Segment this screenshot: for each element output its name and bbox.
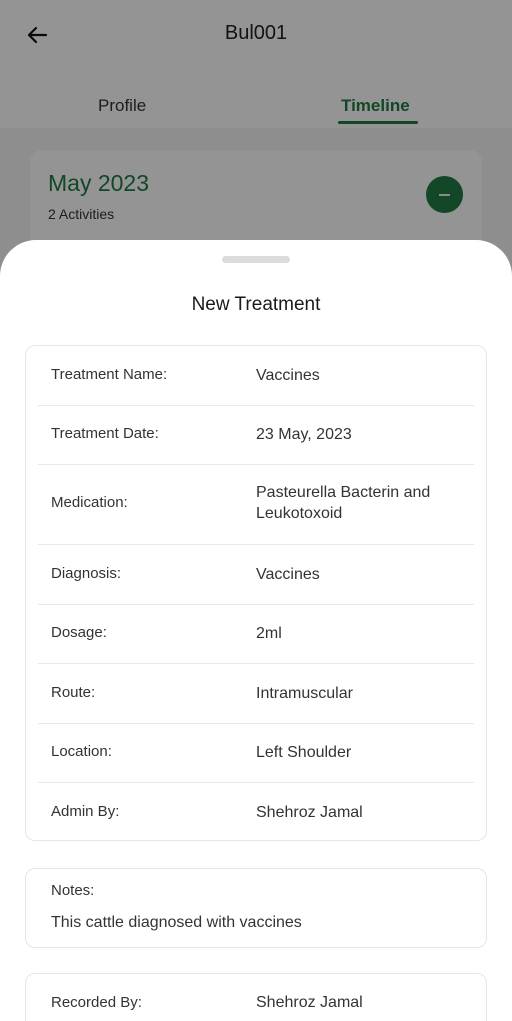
detail-value: Pasteurella Bacterin and Leukotoxoid — [256, 484, 431, 522]
detail-row-treatment-date: Treatment Date: 23 May, 2023 — [38, 406, 474, 465]
detail-value: Vaccines — [256, 566, 320, 583]
detail-label: Diagnosis: — [51, 565, 122, 582]
detail-label: Dosage: — [51, 624, 107, 641]
detail-label: Admin By: — [51, 803, 120, 820]
detail-row-treatment-name: Treatment Name: Vaccines — [38, 346, 474, 406]
detail-value: Intramuscular — [256, 685, 353, 702]
detail-row-location: Location: Left Shoulder — [38, 724, 474, 783]
detail-row-dosage: Dosage: 2ml — [38, 605, 474, 664]
detail-label: Treatment Date: — [51, 425, 159, 442]
notes-text: This cattle diagnosed with vaccines — [51, 914, 302, 931]
detail-value: Shehroz Jamal — [256, 804, 363, 821]
screen: Bul001 Profile Timeline May 2023 2 Activ… — [0, 0, 512, 1021]
notes-card: Notes: This cattle diagnosed with vaccin… — [25, 868, 487, 948]
detail-value: 23 May, 2023 — [256, 426, 352, 443]
detail-value: 2ml — [256, 625, 282, 642]
detail-row-admin-by: Admin By: Shehroz Jamal — [38, 783, 474, 841]
detail-row-medication: Medication: Pasteurella Bacterin and Leu… — [38, 465, 474, 545]
detail-label: Medication: — [51, 494, 128, 511]
detail-label: Location: — [51, 743, 112, 760]
detail-value: Vaccines — [256, 367, 320, 384]
notes-label: Notes: — [51, 882, 95, 899]
treatment-details-card: Treatment Name: Vaccines Treatment Date:… — [25, 345, 487, 841]
detail-row-route: Route: Intramuscular — [38, 664, 474, 724]
drag-handle[interactable] — [222, 256, 290, 263]
detail-label: Route: — [51, 684, 96, 701]
recorded-by-card: Recorded By: Shehroz Jamal — [25, 973, 487, 1021]
sheet-title: New Treatment — [191, 294, 321, 315]
treatment-bottom-sheet: New Treatment Treatment Name: Vaccines T… — [0, 240, 512, 1021]
detail-label: Treatment Name: — [51, 366, 168, 383]
recorded-by-value: Shehroz Jamal — [256, 994, 363, 1011]
detail-value: Left Shoulder — [256, 744, 352, 761]
recorded-by-label: Recorded By: — [51, 994, 142, 1011]
detail-row-diagnosis: Diagnosis: Vaccines — [38, 545, 474, 605]
